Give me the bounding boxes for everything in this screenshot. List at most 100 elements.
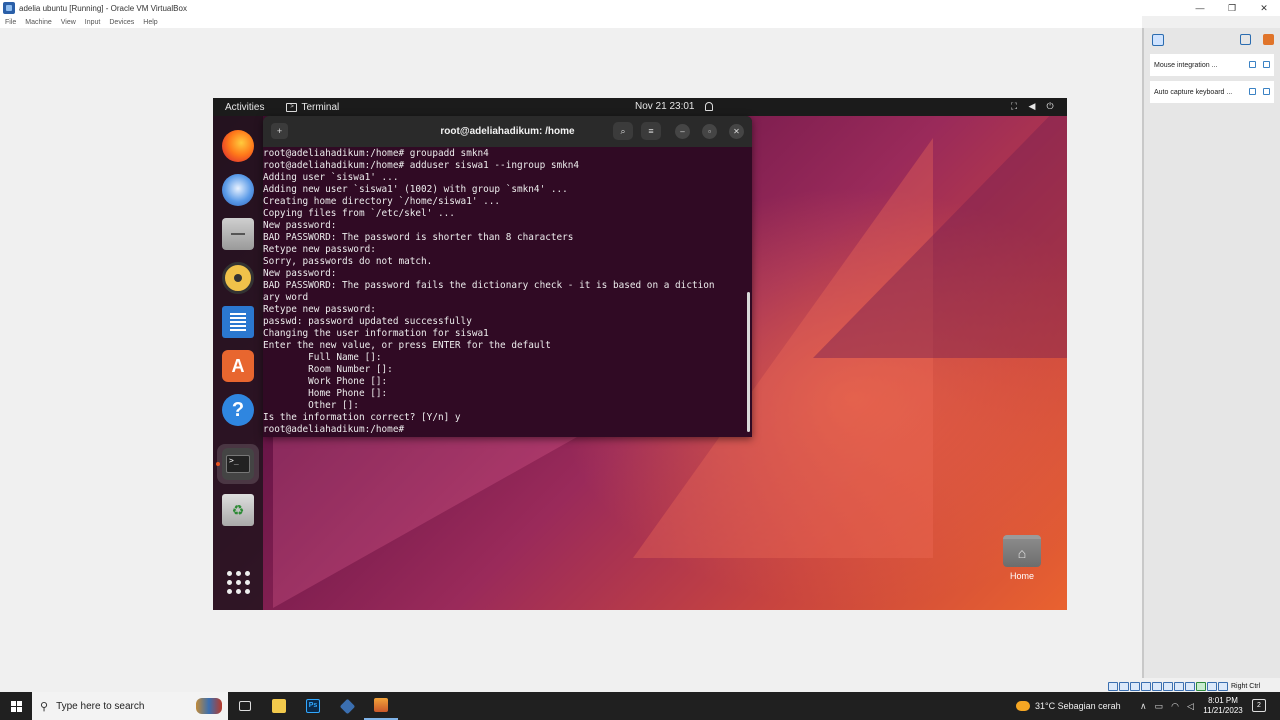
shared-folders-icon[interactable] — [1163, 681, 1173, 691]
weather-text: 31°C Sebagian cerah — [1035, 701, 1121, 711]
taskbar-search[interactable]: ⚲ Type here to search — [32, 692, 228, 720]
search-placeholder: Type here to search — [56, 700, 145, 712]
photoshop-button[interactable]: Ps — [296, 692, 330, 720]
terminal-line: Sorry, passwords do not match. — [263, 256, 433, 267]
hamburger-menu-button[interactable]: ≡ — [641, 122, 661, 140]
weather-widget[interactable]: 31°C Sebagian cerah — [1016, 692, 1121, 720]
virtualbox-vm-icon — [374, 698, 388, 712]
optical-drive-icon[interactable] — [1119, 681, 1129, 691]
search-button[interactable]: ⌕ — [613, 122, 633, 140]
audio-icon[interactable] — [1130, 681, 1140, 691]
terminal-icon: >_ — [226, 455, 250, 473]
host-key-label: Right Ctrl — [1231, 682, 1261, 690]
terminal-dock-icon[interactable]: >_ — [222, 448, 254, 480]
file-explorer-icon — [272, 699, 286, 713]
menu-devices[interactable]: Devices — [109, 19, 134, 26]
virtualbox-icon — [339, 698, 355, 714]
minimize-button[interactable]: – — [675, 124, 690, 139]
taskbar-clock[interactable]: 8:01 PM 11/21/2023 — [1200, 696, 1246, 716]
start-button[interactable] — [0, 692, 32, 720]
show-apps-icon[interactable] — [222, 566, 254, 598]
virtualbox-manager-button[interactable] — [330, 692, 364, 720]
app-menu[interactable]: > Terminal — [286, 102, 339, 113]
rhythmbox-icon[interactable] — [222, 262, 254, 294]
file-explorer-button[interactable] — [262, 692, 296, 720]
network-icon[interactable] — [1141, 681, 1151, 691]
menu-view[interactable]: View — [61, 19, 76, 26]
notification-center-button[interactable]: 2 — [1252, 699, 1266, 712]
terminal-scrollbar[interactable] — [747, 292, 750, 432]
wallpaper-shape — [273, 428, 593, 608]
auto-capture-keyboard-notice: Auto capture keyboard ... — [1150, 81, 1274, 103]
gnome-topbar: Activities > Terminal Nov 21 23:01 ⛶ ◀ ⏻ — [213, 98, 1067, 116]
terminal-window[interactable]: + root@adeliahadikum: /home ⌕ ≡ – ▫ ✕ ro… — [263, 116, 752, 437]
task-view-button[interactable] — [228, 692, 262, 720]
ubuntu-dock: A ? >_ ♻ — [213, 116, 263, 610]
system-tray[interactable]: ⛶ ◀ ⏻ — [1009, 101, 1055, 111]
wallpaper-shape — [813, 98, 1067, 358]
mouse-icon[interactable] — [1207, 681, 1217, 691]
menu-file[interactable]: File — [5, 19, 16, 26]
running-indicator — [216, 462, 220, 466]
activities-button[interactable]: Activities — [225, 102, 264, 113]
weather-icon — [1016, 701, 1030, 711]
wifi-icon[interactable]: ◠ — [1171, 701, 1179, 712]
terminal-line: New password: — [263, 268, 337, 279]
home-folder-icon: ⌂ — [1003, 535, 1041, 567]
cpu-icon[interactable] — [1196, 681, 1206, 691]
minimize-button[interactable]: — — [1184, 0, 1216, 16]
close-button[interactable]: ✕ — [1248, 0, 1280, 16]
recording-icon[interactable] — [1185, 681, 1195, 691]
home-folder-desktop-icon[interactable]: ⌂ Home — [1001, 535, 1043, 585]
menu-help[interactable]: Help — [143, 19, 157, 26]
terminal-line: root@adeliahadikum:/home# adduser siswa1… — [263, 160, 580, 171]
close-button[interactable]: ✕ — [729, 124, 744, 139]
trash-icon[interactable]: ♻ — [222, 494, 254, 526]
terminal-prompt: root@adeliahadikum:/home# — [263, 424, 405, 435]
dont-show-again-icon[interactable] — [1249, 88, 1256, 95]
help-icon[interactable]: ? — [222, 394, 254, 426]
search-icon: ⚲ — [40, 700, 49, 713]
keyboard-icon[interactable] — [1218, 681, 1228, 691]
notification-center-toolbar — [1144, 28, 1280, 52]
volume-icon[interactable]: ◁ — [1187, 701, 1194, 712]
thunderbird-icon[interactable] — [222, 174, 254, 206]
notification-bell-icon — [705, 102, 713, 111]
menu-input[interactable]: Input — [85, 19, 101, 26]
display-icon[interactable] — [1174, 681, 1184, 691]
app-menu-label: Terminal — [301, 101, 340, 113]
terminal-line: BAD PASSWORD: The password fails the dic… — [263, 280, 715, 291]
dont-show-again-icon[interactable] — [1249, 61, 1256, 68]
terminal-line: Changing the user information for siswa1 — [263, 328, 489, 339]
maximize-button[interactable]: ❐ — [1216, 0, 1248, 16]
hard-disk-icon[interactable] — [1108, 681, 1118, 691]
terminal-line: Room Number []: — [263, 364, 393, 375]
terminal-output[interactable]: root@adeliahadikum:/home# groupadd smkn4… — [263, 147, 746, 437]
close-notice-icon[interactable] — [1263, 61, 1270, 68]
taskbar-time: 8:01 PM — [1208, 696, 1238, 705]
terminal-line: Retype new password: — [263, 244, 376, 255]
network-icon[interactable]: ▭ — [1155, 701, 1164, 712]
menu-machine[interactable]: Machine — [25, 19, 51, 26]
chevron-up-icon[interactable]: ∧ — [1140, 701, 1147, 712]
auto-capture-keyboard-label: Auto capture keyboard ... — [1154, 88, 1233, 96]
virtualbox-vm-button[interactable] — [364, 692, 398, 720]
terminal-line: Retype new password: — [263, 304, 376, 315]
terminal-line: Home Phone []: — [263, 388, 388, 399]
files-icon[interactable] — [222, 218, 254, 250]
date-time[interactable]: Nov 21 23:01 — [635, 101, 695, 112]
mouse-integration-notice: Mouse integration ... — [1150, 54, 1274, 76]
home-folder-label: Home — [1009, 571, 1034, 581]
ubuntu-desktop[interactable]: Activities > Terminal Nov 21 23:01 ⛶ ◀ ⏻… — [213, 98, 1067, 610]
taskbar-date: 11/21/2023 — [1203, 706, 1243, 715]
delete-all-icon[interactable] — [1263, 34, 1274, 45]
keep-finished-icon[interactable] — [1240, 34, 1251, 45]
firefox-icon[interactable] — [222, 130, 254, 162]
usb-icon[interactable] — [1152, 681, 1162, 691]
terminal-headerbar: + root@adeliahadikum: /home ⌕ ≡ – ▫ ✕ — [263, 116, 752, 147]
maximize-button[interactable]: ▫ — [702, 124, 717, 139]
ubuntu-software-icon[interactable]: A — [222, 350, 254, 382]
libreoffice-writer-icon[interactable] — [222, 306, 254, 338]
notification-center-icon[interactable] — [1152, 34, 1164, 46]
close-notice-icon[interactable] — [1263, 88, 1270, 95]
